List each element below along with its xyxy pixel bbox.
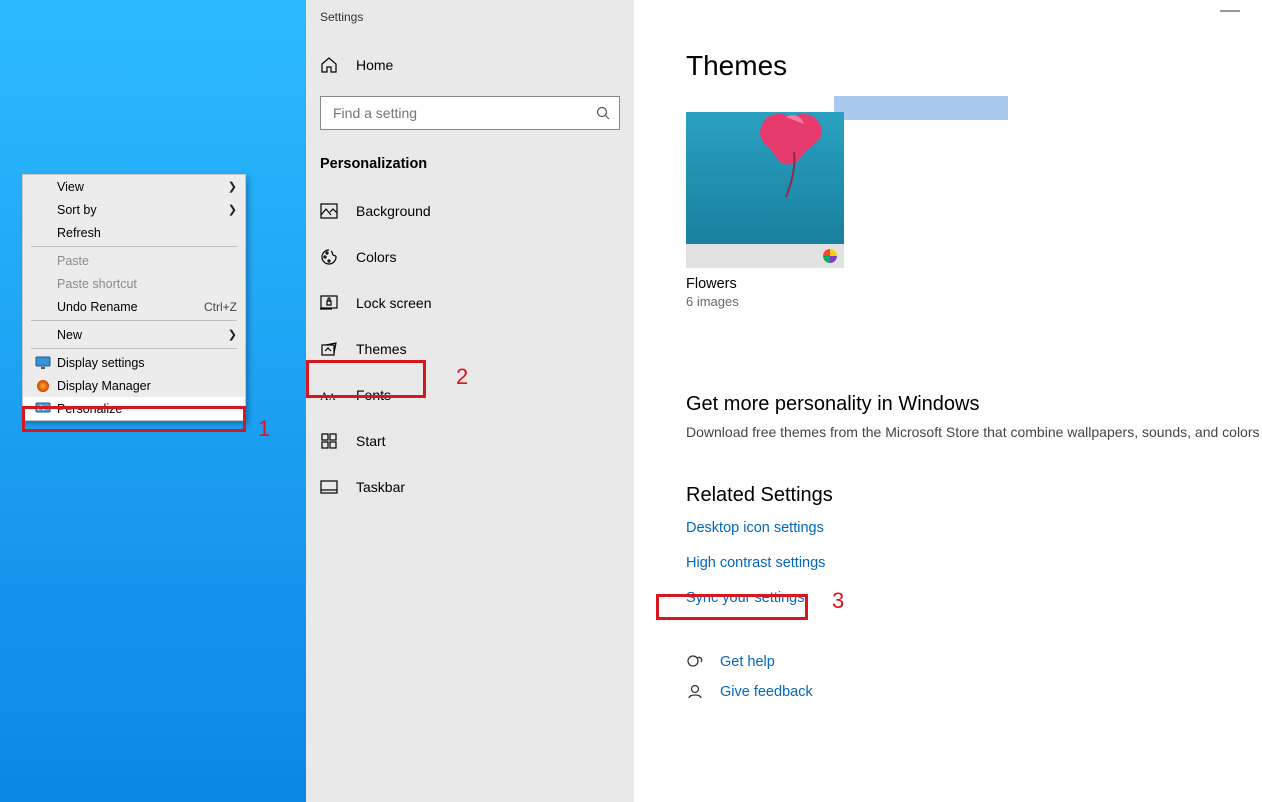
chevron-right-icon: ❯ xyxy=(228,203,237,216)
ctx-label: Paste xyxy=(57,254,237,268)
separator xyxy=(31,246,237,247)
desktop-context-menu: View ❯ Sort by ❯ Refresh Paste Paste sho… xyxy=(22,174,246,421)
personalize-icon xyxy=(33,401,53,417)
ctx-personalize[interactable]: Personalize xyxy=(23,397,245,420)
get-help-row[interactable]: Get help xyxy=(686,652,1262,672)
ctx-label: Display settings xyxy=(57,356,237,370)
nav-background[interactable]: Background xyxy=(306,190,634,232)
page-title: Themes xyxy=(686,50,1262,82)
nav-label: Start xyxy=(356,433,386,449)
nav-label: Colors xyxy=(356,249,396,265)
ctx-paste: Paste xyxy=(23,249,245,272)
window-title: Settings xyxy=(306,4,634,42)
nav-label: Lock screen xyxy=(356,295,431,311)
related-heading: Related Settings xyxy=(686,484,1262,507)
nav-start[interactable]: Start xyxy=(306,420,634,462)
help-icon xyxy=(686,652,706,672)
nav-label: Background xyxy=(356,203,431,219)
nav-fonts[interactable]: AA Fonts xyxy=(306,374,634,416)
selection-highlight xyxy=(834,96,1008,120)
nav-label: Themes xyxy=(356,341,407,357)
lock-screen-icon xyxy=(320,294,338,312)
ctx-sort-by[interactable]: Sort by ❯ xyxy=(23,198,245,221)
more-text: Download free themes from the Microsoft … xyxy=(686,424,1262,440)
svg-text:A: A xyxy=(320,389,329,403)
image-icon xyxy=(320,202,338,220)
nav-home[interactable]: Home xyxy=(306,42,634,88)
separator xyxy=(31,348,237,349)
color-swatch-icon xyxy=(822,248,838,264)
orb-icon xyxy=(33,378,53,394)
fonts-icon: AA xyxy=(320,386,338,404)
themes-icon xyxy=(320,340,338,358)
link-high-contrast-settings[interactable]: High contrast settings xyxy=(686,555,825,571)
more-heading: Get more personality in Windows xyxy=(686,393,1262,416)
link-give-feedback[interactable]: Give feedback xyxy=(720,684,813,700)
search-input[interactable] xyxy=(320,96,620,130)
link-desktop-icon-settings[interactable]: Desktop icon settings xyxy=(686,520,824,536)
ctx-new[interactable]: New ❯ xyxy=(23,323,245,346)
chevron-right-icon: ❯ xyxy=(228,180,237,193)
chevron-right-icon: ❯ xyxy=(228,328,237,341)
ctx-label: View xyxy=(57,180,228,194)
ctx-label: Paste shortcut xyxy=(57,277,237,291)
ctx-label: Personalize xyxy=(57,402,237,416)
theme-name: Flowers xyxy=(686,276,844,292)
give-feedback-row[interactable]: Give feedback xyxy=(686,682,1262,702)
svg-text:A: A xyxy=(329,392,336,402)
palette-icon xyxy=(320,248,338,266)
nav-taskbar[interactable]: Taskbar xyxy=(306,466,634,508)
link-get-help[interactable]: Get help xyxy=(720,654,775,670)
feedback-icon xyxy=(686,682,706,702)
nav-label: Fonts xyxy=(356,387,391,403)
settings-main: Themes Flowers 6 images Get more persona… xyxy=(660,0,1262,802)
ctx-shortcut: Ctrl+Z xyxy=(204,300,237,314)
nav-label: Taskbar xyxy=(356,479,405,495)
flower-image xyxy=(746,112,836,212)
annotation-number-2: 2 xyxy=(456,364,468,390)
theme-subtitle: 6 images xyxy=(686,294,844,309)
settings-sidebar: Settings Home Personalization Background xyxy=(306,0,634,802)
ctx-label: Refresh xyxy=(57,226,237,240)
nav-label: Home xyxy=(356,57,393,73)
ctx-label: Display Manager xyxy=(57,379,237,393)
ctx-undo-rename[interactable]: Undo Rename Ctrl+Z xyxy=(23,295,245,318)
monitor-icon xyxy=(33,355,53,371)
nav-themes[interactable]: Themes xyxy=(306,328,634,370)
nav-lockscreen[interactable]: Lock screen xyxy=(306,282,634,324)
search-icon xyxy=(596,106,610,120)
search-wrap xyxy=(320,96,620,130)
ctx-view[interactable]: View ❯ xyxy=(23,175,245,198)
ctx-display-settings[interactable]: Display settings xyxy=(23,351,245,374)
section-header: Personalization xyxy=(306,148,634,190)
taskbar-icon xyxy=(320,478,338,496)
annotation-number-3: 3 xyxy=(832,588,844,614)
ctx-display-manager[interactable]: Display Manager xyxy=(23,374,245,397)
ctx-label: New xyxy=(57,328,228,342)
nav-colors[interactable]: Colors xyxy=(306,236,634,278)
ctx-label: Undo Rename xyxy=(57,300,204,314)
ctx-refresh[interactable]: Refresh xyxy=(23,221,245,244)
annotation-number-1: 1 xyxy=(258,416,270,442)
link-sync-settings[interactable]: Sync your settings xyxy=(686,590,804,606)
theme-card[interactable]: Flowers 6 images xyxy=(686,112,844,309)
home-icon xyxy=(320,56,338,74)
theme-thumbnail[interactable] xyxy=(686,112,844,268)
ctx-label: Sort by xyxy=(57,203,228,217)
ctx-paste-shortcut: Paste shortcut xyxy=(23,272,245,295)
start-icon xyxy=(320,432,338,450)
separator xyxy=(31,320,237,321)
